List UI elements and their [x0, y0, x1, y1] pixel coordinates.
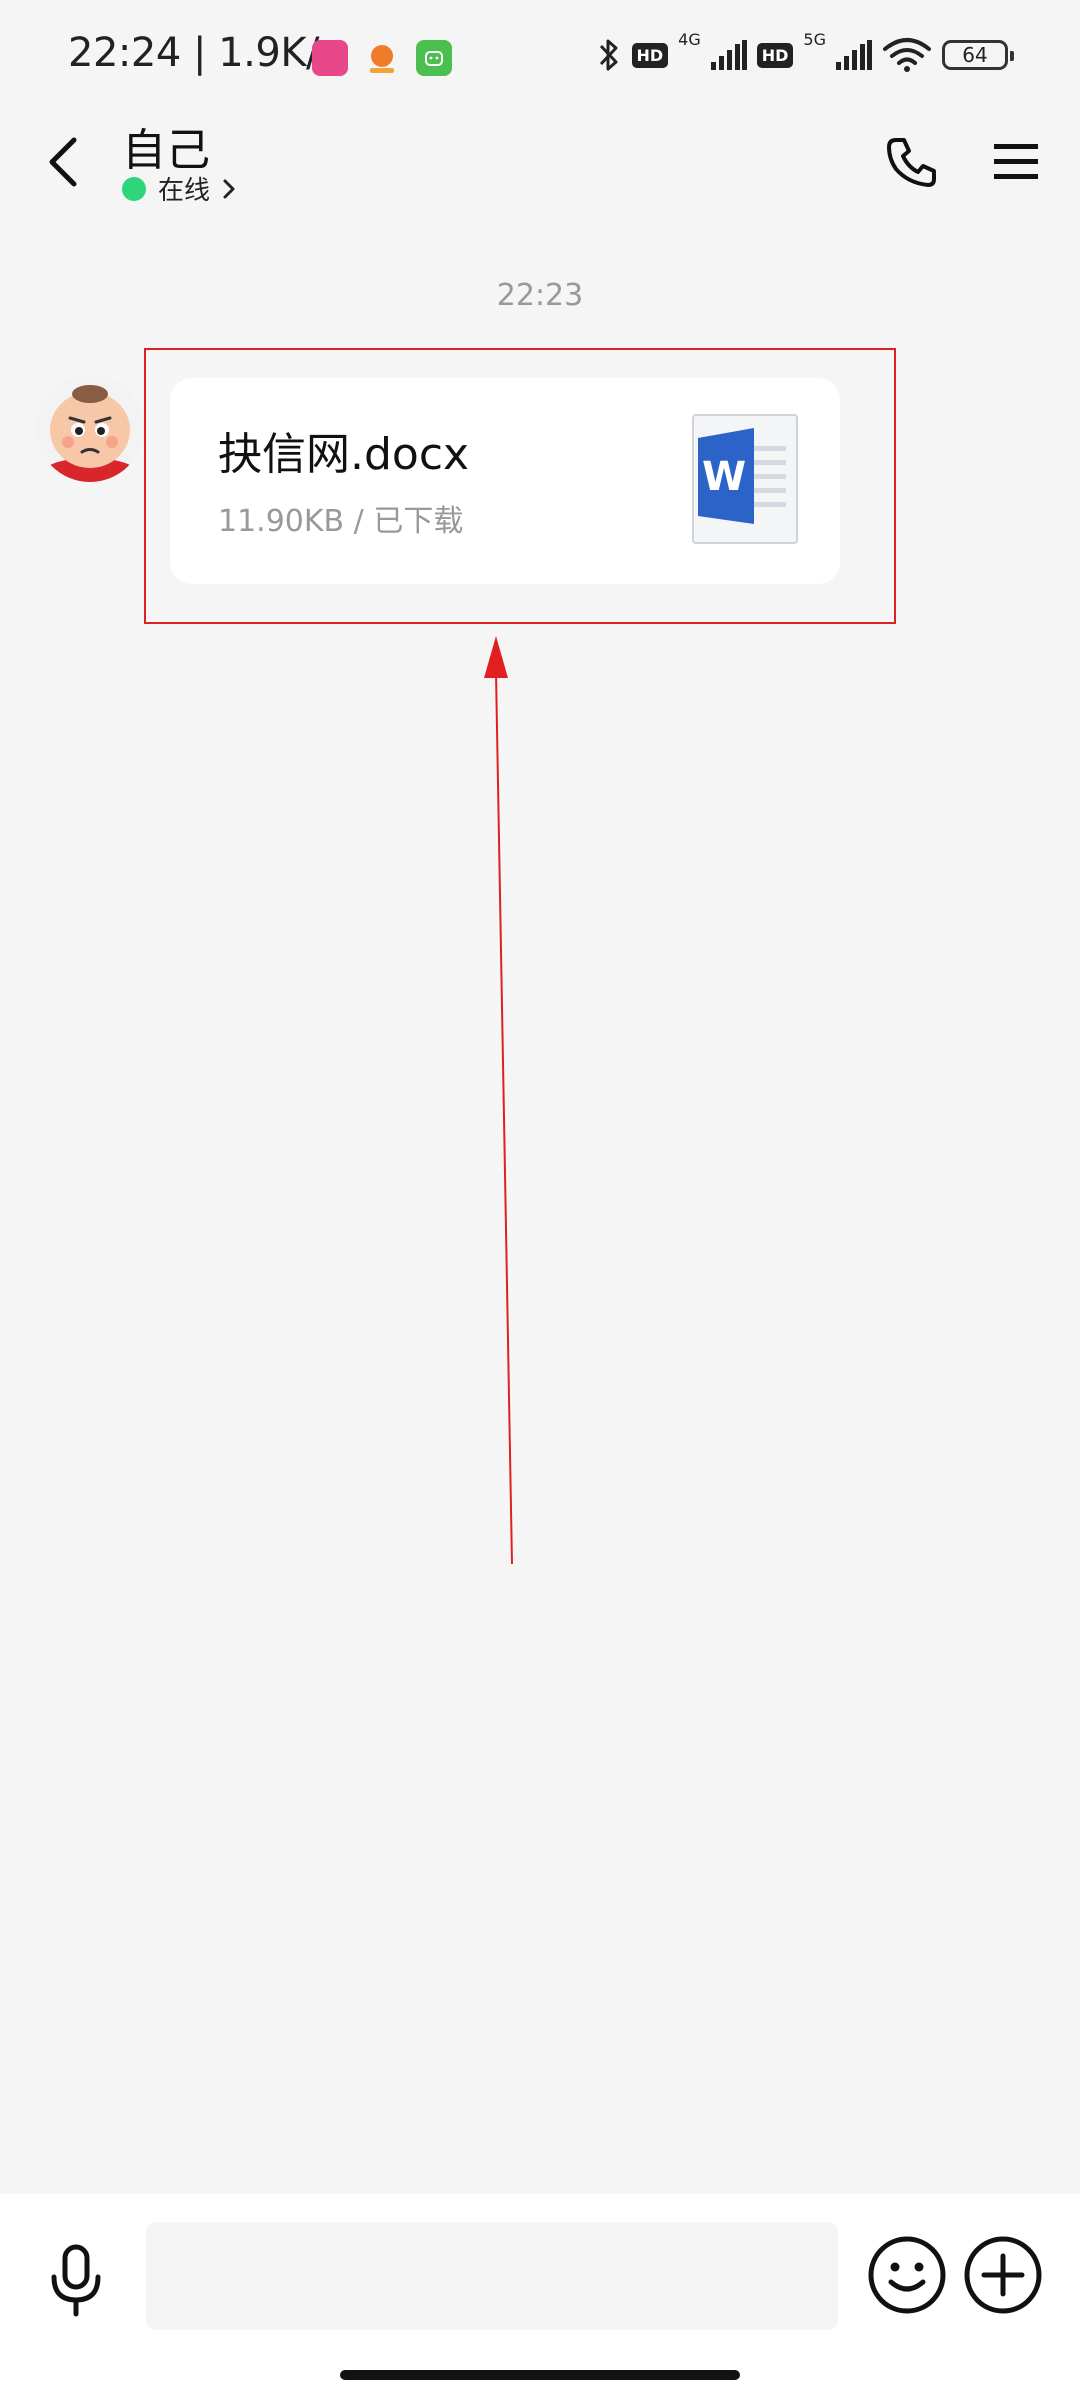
- more-menu-button[interactable]: [984, 130, 1048, 194]
- fruit-app-icon: [364, 40, 400, 76]
- microphone-icon: [51, 2244, 101, 2317]
- message-input[interactable]: [146, 2222, 838, 2330]
- network-label-2: 5G: [803, 30, 826, 49]
- file-meta: 11.90KB / 已下载: [218, 496, 463, 540]
- back-button[interactable]: [34, 126, 90, 198]
- svg-text:W: W: [702, 454, 746, 500]
- wechat-app-icon: [416, 40, 452, 76]
- plus-circle-icon[interactable]: [962, 2234, 1044, 2316]
- status-indicators: HD 4G HD 5G 64: [596, 30, 1014, 74]
- online-status[interactable]: 在线: [122, 170, 236, 207]
- signal-icon-1: [710, 40, 747, 70]
- status-clock: 22:24: [68, 30, 181, 76]
- input-bar: [0, 2194, 1080, 2400]
- file-download-state: 已下载: [373, 504, 464, 539]
- status-bar: 22:24 | 1.9K/s HD 4G HD 5G 64: [0, 0, 1080, 118]
- notification-icons: [312, 40, 452, 76]
- chat-title: 自己: [122, 125, 210, 176]
- file-size: 11.90KB: [218, 504, 345, 539]
- voice-input-button[interactable]: [36, 2236, 116, 2326]
- network-label-1: 4G: [678, 30, 701, 49]
- status-time: 22:24 | 1.9K/s: [68, 30, 340, 76]
- back-arrow-icon: [49, 137, 77, 187]
- chat-header: 自己 在线: [0, 110, 1080, 214]
- battery-level: 64: [962, 43, 988, 67]
- file-name: 抉信网.docx: [218, 429, 470, 480]
- voice-call-button[interactable]: [880, 130, 944, 194]
- phone-icon: [887, 138, 936, 187]
- chevron-right-icon: [223, 179, 235, 198]
- file-meta-separator: /: [344, 504, 374, 539]
- menu-icon: [994, 144, 1038, 179]
- word-doc-icon: W: [692, 414, 798, 544]
- signal-icon-2: [836, 40, 872, 70]
- wifi-icon: [883, 38, 931, 72]
- bluetooth-icon: [599, 39, 617, 71]
- cartoon-avatar-image: [36, 374, 144, 482]
- home-indicator[interactable]: [340, 2370, 740, 2380]
- online-dot-icon: [122, 176, 146, 201]
- message-timestamp: 22:23: [496, 278, 584, 313]
- online-status-label: 在线: [158, 176, 211, 206]
- shopping-app-icon: [312, 40, 348, 76]
- avatar[interactable]: [36, 374, 144, 482]
- emoji-button[interactable]: [866, 2234, 948, 2316]
- file-message-card[interactable]: 抉信网.docx 11.90KB / 已下载 W: [170, 378, 840, 584]
- battery-indicator: 64: [942, 40, 1014, 70]
- hd-badge-1: HD: [631, 42, 669, 68]
- hd-badge-2: HD: [756, 42, 794, 68]
